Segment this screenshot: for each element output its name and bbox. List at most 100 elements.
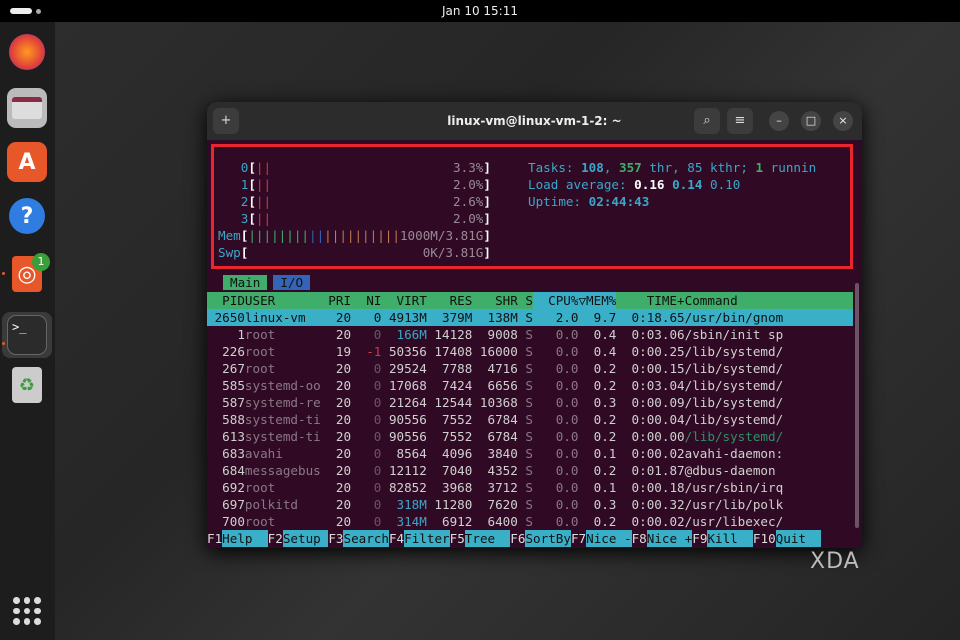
column-time-header[interactable]: TIME+ (616, 292, 685, 309)
help-icon[interactable]: ? (9, 198, 45, 234)
close-button[interactable]: × (833, 111, 853, 131)
cell-command: avahi-daemon: (684, 446, 784, 461)
cell-user: messagebus (244, 463, 321, 478)
firefox-icon[interactable] (9, 34, 45, 70)
column-res-header[interactable]: RES (427, 292, 473, 309)
table-row[interactable]: 1 root 20 0 166M 14128 9008 S 0.0 0.4 0:03.06/sbin… (207, 326, 853, 343)
show-apps-grid-icon[interactable] (13, 597, 41, 625)
process-list[interactable]: 2650 linux-vm 20 0 4913M 379M 138M S 2.0 9.7 0:18.… (207, 309, 853, 530)
minimize-button[interactable]: – (769, 111, 789, 131)
running-indicator (2, 342, 5, 345)
tab-io[interactable]: I/O (273, 275, 311, 290)
function-setup-button[interactable]: Setup (282, 530, 329, 547)
table-row[interactable]: 585 systemd-oo 20 0 17068 7424 6656 S 0.0 0.2 0:03… (207, 377, 853, 394)
cell-command: @dbus-daemon (684, 463, 776, 478)
function-filter-button[interactable]: Filter (404, 530, 450, 547)
cell-mem: 0.2 (593, 378, 617, 393)
cell-virt: 90556 (388, 412, 427, 427)
column-s-header[interactable]: S (518, 292, 533, 309)
function-search-button[interactable]: Search (343, 530, 389, 547)
files-icon[interactable] (7, 88, 47, 128)
cell-s: S (525, 412, 533, 427)
cell-cpu: 0.0 (555, 327, 579, 342)
cell-ni: 0 (373, 378, 382, 393)
window-title: linux-vm@linux-vm-1-2: ~ (447, 114, 622, 128)
column-header: PID USER PRI NI VIRT RES SHR S CPU% ▽MEM% TIME+ Com… (207, 292, 853, 309)
workspace-indicator[interactable] (10, 8, 32, 14)
tab-main[interactable]: Main (223, 275, 268, 290)
column-ni-header[interactable]: NI (351, 292, 381, 309)
function-quit-button[interactable]: Quit (775, 530, 822, 547)
cell-command: /lib/systemd/ (684, 429, 784, 444)
table-row[interactable]: 683 avahi 20 0 8564 4096 3840 S 0.0 0.1 0:00.02 ava… (207, 445, 853, 462)
cell-user: root (244, 344, 276, 359)
column-user-header[interactable]: USER (245, 292, 321, 309)
column-mem-header[interactable]: ▽MEM% (578, 292, 616, 309)
scrollbar[interactable] (855, 283, 859, 528)
tasks-meter: Tasks: 108, 357 thr, 85 kthr; 1 runnin (528, 160, 817, 175)
cell-s: S (525, 514, 533, 529)
cell-pri: 20 (335, 463, 352, 478)
cell-pid: 587 (222, 395, 245, 410)
cell-virt: 8564 (396, 446, 427, 461)
bracket: ] (483, 228, 491, 243)
cell-res: 12544 (434, 395, 473, 410)
function-nice-button[interactable]: Nice + (646, 530, 692, 547)
table-row[interactable]: 267 root 20 0 29524 7788 4716 S 0.0 0.2 0:00.15/li… (207, 360, 853, 377)
cell-pid: 683 (222, 446, 245, 461)
column-pri-header[interactable]: PRI (321, 292, 351, 309)
menu-button[interactable]: ≡ (727, 108, 753, 134)
cell-pri: 20 (335, 446, 352, 461)
table-row[interactable]: 684 messagebus 20 0 12112 7040 4352 S 0.0 0.2 0:01… (207, 462, 853, 479)
cell-res: 4096 (442, 446, 473, 461)
cell-command: /usr/bin/gnom (684, 310, 784, 325)
table-row[interactable]: 613 systemd-ti 20 0 90556 7552 6784 S 0.0 0.2 0:00… (207, 428, 853, 445)
column-shr-header[interactable]: SHR (472, 292, 518, 309)
cell-shr: 6784 (487, 429, 518, 444)
table-row[interactable]: 588 systemd-ti 20 0 90556 7552 6784 S 0.0 0.2 0:00… (207, 411, 853, 428)
swp-label: Swp (218, 245, 241, 260)
cell-s: S (525, 344, 533, 359)
function-sortby-button[interactable]: SortBy (525, 530, 571, 547)
function-help-button[interactable]: Help (222, 530, 268, 547)
swp-meter: Swp[0K/3.81G] (218, 244, 518, 261)
workspace-dot[interactable] (36, 9, 41, 14)
table-row[interactable]: 692 root 20 0 82852 3968 3712 S 0.0 0.1 0:00.18/us… (207, 479, 853, 496)
trash-icon[interactable]: ♻ (12, 367, 42, 403)
column-command-header[interactable]: Command (685, 292, 791, 309)
table-row[interactable]: 700 root 20 0 314M 6912 6400 S 0.0 0.2 0:00.02/usr… (207, 513, 853, 530)
maximize-button[interactable]: □ (801, 111, 821, 131)
column-virt-header[interactable]: VIRT (381, 292, 427, 309)
function-kill-button[interactable]: Kill (707, 530, 753, 547)
cell-shr: 4352 (487, 463, 518, 478)
cell-pri: 19 (335, 344, 352, 359)
cell-virt: 12112 (388, 463, 427, 478)
cell-pid: 588 (222, 412, 245, 427)
cell-pri: 20 (335, 412, 352, 427)
table-row[interactable]: 587 systemd-re 20 0 21264 12544 10368 S 0.0 0.3 0:… (207, 394, 853, 411)
cell-res: 7040 (442, 463, 473, 478)
cpu-value: 2.0% (453, 177, 484, 192)
cell-res: 7424 (442, 378, 473, 393)
cell-ni: 0 (373, 514, 382, 529)
cell-shr: 7620 (487, 497, 518, 512)
terminal-icon[interactable]: >_ (7, 315, 47, 355)
cell-ni: 0 (373, 412, 382, 427)
cell-user: avahi (244, 446, 283, 461)
clock[interactable]: Jan 10 15:11 (442, 4, 518, 18)
table-row[interactable]: 2650 linux-vm 20 0 4913M 379M 138M S 2.0 9.7 0:18.… (207, 309, 853, 326)
cell-shr: 6784 (487, 412, 518, 427)
cell-command: /usr/sbin/irq (684, 480, 784, 495)
cell-time: 0:01.87 (631, 463, 685, 478)
column-cpu-header[interactable]: CPU% (532, 292, 579, 309)
new-tab-button[interactable]: + (213, 108, 239, 134)
app-center-icon[interactable]: A (7, 142, 47, 182)
table-row[interactable]: 697 polkitd 20 0 318M 11280 7620 S 0.0 0.3 0:00.32… (207, 496, 853, 513)
meters-panel: 0[|| 3.3%] 1[|| 2.0%] 2[|| 2.6%] 3[|| 2.0%] Mem[… (211, 144, 853, 269)
search-button[interactable]: ⌕ (694, 108, 720, 134)
function-nice-button[interactable]: Nice - (586, 530, 632, 547)
function-tree-button[interactable]: Tree (464, 530, 511, 547)
table-row[interactable]: 226 root 19 -1 50356 17408 16000 S 0.0 0.4 0:00.25… (207, 343, 853, 360)
cell-command: /usr/lib/polk (684, 497, 784, 512)
column-pid-header[interactable]: PID (207, 292, 245, 309)
